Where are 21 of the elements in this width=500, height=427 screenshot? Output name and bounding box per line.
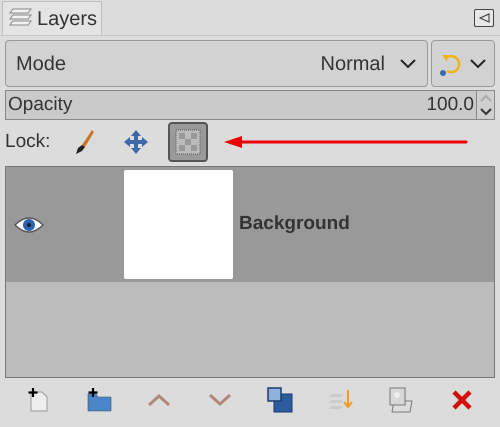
spin-buttons[interactable] (477, 90, 495, 120)
new-document-icon (26, 388, 50, 412)
mode-dropdown[interactable]: Mode Normal (5, 40, 428, 87)
duplicate-icon (267, 387, 294, 413)
triangle-left-icon (478, 13, 490, 23)
lock-label: Lock: (5, 130, 50, 154)
tab-menu-button[interactable] (474, 9, 494, 27)
layer-name: Background (239, 212, 350, 236)
stack-arrow-icon (328, 388, 353, 412)
move-arrows-icon (123, 129, 150, 155)
chevron-down-icon (399, 58, 417, 70)
opacity-slider[interactable]: Opacity 100.0 (5, 90, 477, 120)
layer-row[interactable]: Background (6, 167, 494, 282)
layers-tab[interactable]: Layers (2, 1, 102, 35)
layer-mask-icon (388, 387, 414, 413)
lock-toggle[interactable] (168, 122, 208, 162)
new-folder-icon (86, 388, 112, 412)
delete-icon (450, 388, 474, 412)
chevron-down-icon (469, 58, 487, 70)
paintbrush-icon (73, 129, 96, 155)
checkerboard-icon (175, 129, 202, 155)
